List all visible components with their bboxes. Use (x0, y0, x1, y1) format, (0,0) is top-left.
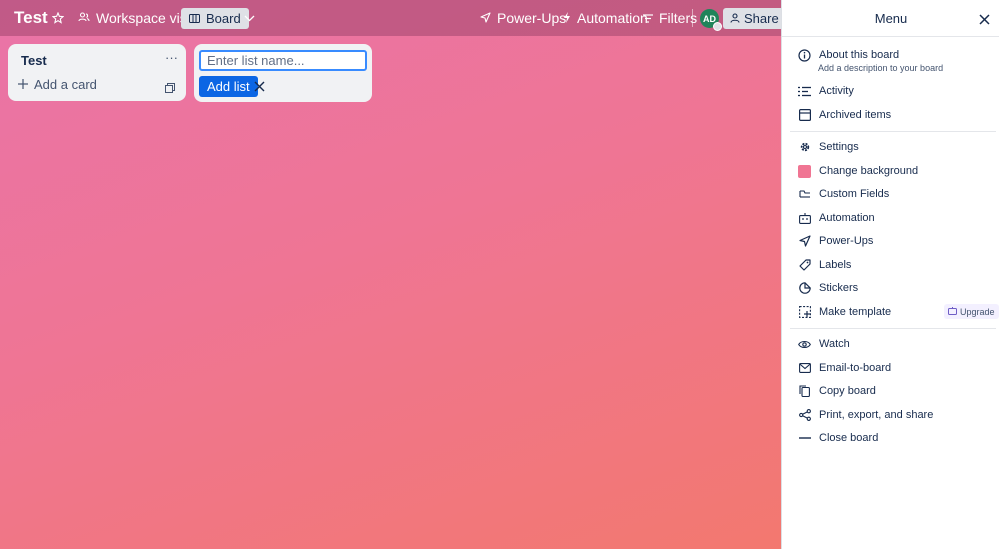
board-view-button[interactable]: Board (181, 8, 249, 29)
board-icon (189, 11, 200, 26)
about-subtitle: Add a description to your board (818, 63, 944, 73)
info-icon (798, 48, 811, 62)
admin-badge-icon (713, 22, 722, 31)
list-name-input[interactable] (199, 50, 367, 71)
menu-item-label: Settings (819, 141, 859, 153)
menu-divider (790, 131, 996, 132)
menu-item-label: Email-to-board (819, 362, 892, 374)
board-header: Test Workspace visible Board Power-Ups A… (0, 0, 786, 36)
menu-item-label: Power-Ups (819, 235, 874, 247)
envelope-icon (798, 362, 811, 375)
people-icon (78, 10, 90, 26)
rocket-icon (798, 235, 811, 248)
menu-item-labels[interactable]: Labels (798, 255, 994, 275)
gear-icon (798, 141, 811, 154)
chevron-down-icon[interactable] (244, 0, 255, 36)
close-icon[interactable] (979, 12, 990, 28)
menu-item-watch[interactable]: Watch (798, 334, 994, 354)
menu-item-label: Print, export, and share (819, 409, 934, 421)
star-icon[interactable] (52, 0, 64, 36)
menu-item-automation[interactable]: Automation (798, 208, 994, 228)
eye-icon (798, 338, 811, 351)
menu-item-change-background[interactable]: Change background (798, 161, 994, 181)
header-divider (692, 9, 693, 27)
list-column: Test ··· Add a card (8, 44, 186, 101)
list-title[interactable]: Test (21, 53, 47, 68)
sticker-icon (798, 282, 811, 295)
template-icon (798, 306, 811, 319)
person-icon (730, 11, 740, 26)
menu-item-close-board[interactable]: Close board (798, 428, 994, 448)
automation-label: Automation (577, 10, 648, 26)
menu-item-powerups[interactable]: Power-Ups (798, 231, 994, 251)
filter-icon (643, 10, 653, 26)
menu-item-label: Labels (819, 259, 852, 271)
board-view-label: Board (206, 11, 241, 26)
menu-item-archived[interactable]: Archived items (798, 105, 994, 125)
menu-item-activity[interactable]: Activity (798, 81, 994, 101)
background-swatch-icon (798, 164, 811, 178)
menu-item-settings[interactable]: Settings (798, 137, 994, 157)
robot-icon (798, 212, 811, 225)
powerups-label: Power-Ups (497, 10, 567, 26)
share-nodes-icon (798, 409, 811, 422)
automation-button[interactable]: Automation (563, 0, 648, 36)
board-menu-panel: Menu About this board Add a description … (781, 0, 999, 549)
menu-item-label: Automation (819, 212, 875, 224)
menu-item-copy-board[interactable]: Copy board (798, 381, 994, 401)
upgrade-label: Upgrade (960, 306, 995, 317)
menu-divider (790, 328, 996, 329)
add-card-label: Add a card (34, 77, 97, 92)
menu-item-label: Stickers (819, 282, 859, 294)
powerups-button[interactable]: Power-Ups (480, 0, 566, 36)
filters-button[interactable]: Filters (643, 0, 697, 36)
upgrade-badge[interactable]: Upgrade (944, 304, 999, 319)
minus-icon (798, 432, 811, 445)
rocket-icon (480, 10, 491, 26)
copy-icon (798, 385, 811, 398)
lightning-icon (563, 10, 571, 26)
menu-item-label: Activity (819, 85, 854, 97)
menu-item-label: Custom Fields (819, 188, 890, 200)
close-icon[interactable] (254, 79, 265, 95)
menu-item-label: Change background (819, 165, 919, 177)
menu-item-print-export-share[interactable]: Print, export, and share (798, 405, 994, 425)
add-list-button[interactable]: Add list (199, 76, 258, 97)
menu-item-custom-fields[interactable]: Custom Fields (798, 184, 994, 204)
menu-item-label: Watch (819, 338, 850, 350)
avatar[interactable]: AD (700, 9, 722, 31)
share-label: Share (744, 11, 779, 26)
plus-icon (18, 77, 28, 92)
menu-item-email-to-board[interactable]: Email-to-board (798, 358, 994, 378)
board-title[interactable]: Test (14, 0, 48, 36)
menu-item-stickers[interactable]: Stickers (798, 278, 994, 298)
card-template-icon[interactable] (165, 80, 175, 96)
add-list-form: Add list (194, 44, 372, 102)
archive-icon (798, 109, 811, 122)
share-button[interactable]: Share (723, 8, 786, 29)
menu-item-label: Archived items (819, 109, 892, 121)
more-icon[interactable]: ··· (165, 50, 178, 65)
menu-item-label: Copy board (819, 385, 876, 397)
menu-title: Menu (874, 11, 908, 26)
menu-header: Menu (782, 0, 999, 37)
label-tag-icon (798, 259, 811, 272)
add-card-button[interactable]: Add a card (18, 77, 97, 92)
menu-item-label: Make template (819, 306, 892, 318)
menu-item-label: About this board (819, 49, 900, 61)
board-canvas: Test Workspace visible Board Power-Ups A… (0, 0, 786, 549)
custom-fields-icon (798, 188, 811, 201)
menu-item-label: Close board (819, 432, 879, 444)
menu-item-about[interactable]: About this board (798, 45, 994, 65)
activity-icon (798, 85, 811, 98)
upgrade-icon (948, 306, 957, 317)
